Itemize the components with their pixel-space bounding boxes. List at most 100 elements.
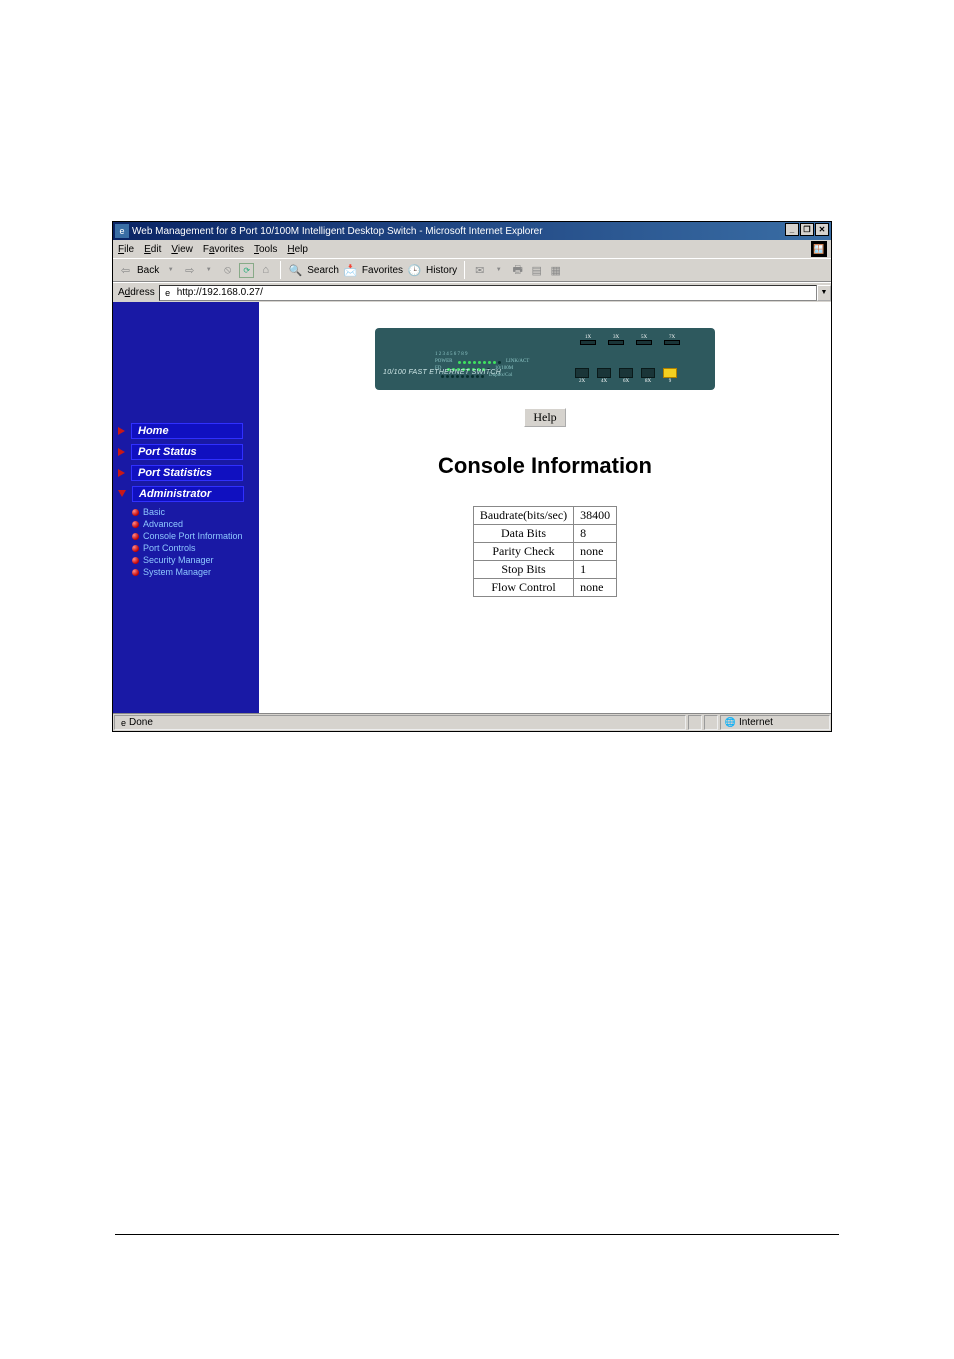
back-dropdown-icon[interactable]: ▼ xyxy=(163,263,178,278)
refresh-icon[interactable]: ⟳ xyxy=(239,263,254,278)
search-button[interactable]: Search xyxy=(307,265,339,276)
forward-icon[interactable]: ⇨ xyxy=(182,263,197,278)
address-input[interactable]: e http://192.168.0.27/ xyxy=(159,285,817,301)
bullet-icon xyxy=(132,533,139,540)
back-button[interactable]: Back xyxy=(137,265,159,276)
page-icon: e xyxy=(162,287,174,299)
arrow-right-icon xyxy=(118,448,125,456)
nav-port-status-label: Port Status xyxy=(131,444,243,460)
flowcontrol-value: none xyxy=(574,579,617,597)
sidebar: Home Port Status Port Statistics Adminis… xyxy=(113,302,259,713)
browser-window: e Web Management for 8 Port 10/100M Inte… xyxy=(112,221,832,732)
done-icon: e xyxy=(118,717,129,728)
switch-model-label: 10/100 FAST ETHERNET SWITCH xyxy=(383,369,501,376)
address-dropdown-icon[interactable]: ▼ xyxy=(817,285,831,301)
page-footer-rule xyxy=(115,1234,839,1235)
maximize-button[interactable]: ❐ xyxy=(800,223,814,236)
toolbar: ⇦ Back ▼ ⇨ ▼ ⦸ ⟳ ⌂ 🔍 Search 📩 Favorites … xyxy=(113,258,831,282)
console-info-table: Baudrate(bits/sec)38400 Data Bits8 Parit… xyxy=(473,506,617,597)
sub-advanced[interactable]: Advanced xyxy=(132,518,259,530)
bullet-icon xyxy=(132,509,139,516)
sub-security-manager[interactable]: Security Manager xyxy=(132,554,259,566)
home-icon[interactable]: ⌂ xyxy=(258,263,273,278)
main-panel: 1X 3X 5X 7X 1 2 3 4 5 6 7 8 9 POWER LINK… xyxy=(259,302,831,713)
window-title: Web Management for 8 Port 10/100M Intell… xyxy=(132,226,543,237)
bullet-icon xyxy=(132,521,139,528)
admin-submenu: Basic Advanced Console Port Information … xyxy=(113,504,259,578)
sub-port-controls[interactable]: Port Controls xyxy=(132,542,259,554)
table-row: Stop Bits1 xyxy=(473,561,616,579)
toolbar-separator xyxy=(280,261,281,279)
status-zone: 🌐 Internet xyxy=(720,715,830,730)
minimize-button[interactable]: _ xyxy=(785,223,799,236)
content-area: Home Port Status Port Statistics Adminis… xyxy=(113,302,831,713)
mail-icon[interactable]: ✉ xyxy=(472,263,487,278)
databits-label: Data Bits xyxy=(473,525,573,543)
discuss-icon[interactable]: ▦ xyxy=(548,263,563,278)
menu-bar: File Edit View Favorites Tools Help 🪟 xyxy=(113,240,831,258)
stopbits-label: Stop Bits xyxy=(473,561,573,579)
throbber-icon: 🪟 xyxy=(811,241,827,257)
horizontal-rule xyxy=(259,487,831,488)
forward-dropdown-icon[interactable]: ▼ xyxy=(201,263,216,278)
bullet-icon xyxy=(132,569,139,576)
databits-value: 8 xyxy=(574,525,617,543)
nav-administrator-label: Administrator xyxy=(132,486,244,502)
menu-view[interactable]: View xyxy=(171,244,193,255)
nav-home[interactable]: Home xyxy=(113,420,259,441)
ie-icon: e xyxy=(115,224,129,238)
baudrate-value: 38400 xyxy=(574,507,617,525)
status-message: e Done xyxy=(114,715,686,730)
address-url: http://192.168.0.27/ xyxy=(177,287,263,298)
table-row: Flow Controlnone xyxy=(473,579,616,597)
menu-tools[interactable]: Tools xyxy=(254,244,277,255)
history-icon[interactable]: 🕒 xyxy=(407,263,422,278)
nav-administrator[interactable]: Administrator xyxy=(113,483,259,504)
parity-value: none xyxy=(574,543,617,561)
favorites-icon[interactable]: 📩 xyxy=(343,263,358,278)
sub-basic[interactable]: Basic xyxy=(132,506,259,518)
address-bar: Address e http://192.168.0.27/ ▼ xyxy=(113,282,831,302)
table-row: Parity Checknone xyxy=(473,543,616,561)
parity-label: Parity Check xyxy=(473,543,573,561)
nav-home-label: Home xyxy=(131,423,243,439)
address-label: Address xyxy=(118,287,155,298)
flowcontrol-label: Flow Control xyxy=(473,579,573,597)
stop-icon[interactable]: ⦸ xyxy=(220,263,235,278)
bullet-icon xyxy=(132,545,139,552)
search-icon[interactable]: 🔍 xyxy=(288,263,303,278)
status-panel xyxy=(688,715,702,730)
internet-zone-icon: 🌐 xyxy=(725,717,736,728)
table-row: Data Bits8 xyxy=(473,525,616,543)
arrow-down-icon xyxy=(118,490,126,497)
status-bar: e Done 🌐 Internet xyxy=(113,713,831,731)
title-bar: e Web Management for 8 Port 10/100M Inte… xyxy=(113,222,831,240)
stopbits-value: 1 xyxy=(574,561,617,579)
page-title: Console Information xyxy=(438,453,652,479)
nav-port-statistics[interactable]: Port Statistics xyxy=(113,462,259,483)
history-button[interactable]: History xyxy=(426,265,457,276)
help-button[interactable]: Help xyxy=(524,408,565,427)
arrow-right-icon xyxy=(118,427,125,435)
sub-console-port-info[interactable]: Console Port Information xyxy=(132,530,259,542)
favorites-button[interactable]: Favorites xyxy=(362,265,403,276)
edit-icon[interactable]: ▤ xyxy=(529,263,544,278)
table-row: Baudrate(bits/sec)38400 xyxy=(473,507,616,525)
status-panel xyxy=(704,715,718,730)
print-icon[interactable]: 🖶 xyxy=(510,263,525,278)
toolbar-separator xyxy=(464,261,465,279)
nav-port-status[interactable]: Port Status xyxy=(113,441,259,462)
bullet-icon xyxy=(132,557,139,564)
mail-dropdown-icon[interactable]: ▼ xyxy=(491,263,506,278)
menu-file[interactable]: File xyxy=(118,244,134,255)
arrow-right-icon xyxy=(118,469,125,477)
switch-illustration: 1X 3X 5X 7X 1 2 3 4 5 6 7 8 9 POWER LINK… xyxy=(375,328,715,390)
close-button[interactable]: ✕ xyxy=(815,223,829,236)
menu-edit[interactable]: Edit xyxy=(144,244,161,255)
menu-favorites[interactable]: Favorites xyxy=(203,244,244,255)
back-icon[interactable]: ⇦ xyxy=(118,263,133,278)
sub-system-manager[interactable]: System Manager xyxy=(132,566,259,578)
baudrate-label: Baudrate(bits/sec) xyxy=(473,507,573,525)
menu-help[interactable]: Help xyxy=(287,244,308,255)
nav-port-statistics-label: Port Statistics xyxy=(131,465,243,481)
